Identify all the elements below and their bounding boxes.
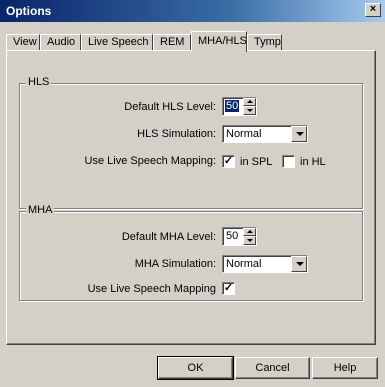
title-bar: Options × (0, 0, 385, 22)
mha-level-up-button[interactable] (243, 228, 256, 236)
mha-group: MHA Default MHA Level: 50 MHA Simulation… (19, 204, 363, 301)
dropdown-button[interactable] (291, 256, 307, 272)
arrow-up-icon (247, 230, 253, 233)
mha-level-label: Default MHA Level: (121, 231, 216, 243)
tab-mha-hls[interactable]: MHA/HLS (191, 31, 247, 52)
tab-view[interactable]: View (6, 34, 40, 51)
mha-simulation-value: Normal (226, 258, 262, 270)
hls-level-down-button[interactable] (243, 106, 256, 115)
hls-level-spinner[interactable]: 50 (222, 97, 257, 116)
help-button[interactable]: Help (312, 357, 378, 379)
mha-mapping-checkbox[interactable]: ✓ (222, 282, 235, 295)
hls-level-label: Default HLS Level: (124, 101, 216, 113)
hls-in-hl-checkbox[interactable] (282, 155, 295, 168)
hls-simulation-label: HLS Simulation: (137, 128, 216, 140)
mha-mapping-label: Use Live Speech Mapping (87, 283, 216, 295)
chevron-down-icon (296, 262, 304, 266)
mha-level-value[interactable]: 50 (225, 230, 239, 242)
hls-simulation-value: Normal (226, 128, 262, 140)
mha-group-legend: MHA (26, 204, 55, 216)
mha-level-spinner[interactable]: 50 (222, 227, 257, 246)
hls-mapping-label: Use Live Speech Mapping: (84, 155, 216, 167)
tab-rem[interactable]: REM (153, 34, 191, 51)
mha-simulation-dropdown[interactable]: Normal (222, 255, 308, 273)
hls-level-up-button[interactable] (243, 98, 256, 106)
hls-simulation-dropdown[interactable]: Normal (222, 125, 308, 143)
hls-group-legend: HLS (26, 76, 52, 88)
tab-live-speech[interactable]: Live Speech (81, 34, 153, 51)
tab-tymp[interactable]: Tymp (247, 34, 282, 51)
cancel-button[interactable]: Cancel (235, 357, 310, 379)
hls-in-hl-label[interactable]: in HL (300, 156, 326, 168)
chevron-down-icon (296, 132, 304, 136)
dropdown-button[interactable] (291, 126, 307, 142)
tab-page-mha-hls: HLS Default HLS Level: 50 HLS Simulation… (6, 50, 376, 345)
hls-group: HLS Default HLS Level: 50 HLS Simulation… (19, 76, 363, 209)
arrow-up-icon (247, 100, 253, 103)
close-icon[interactable]: × (365, 3, 381, 17)
hls-in-spl-label[interactable]: in SPL (240, 156, 272, 168)
tab-audio[interactable]: Audio (40, 34, 81, 51)
mha-simulation-label: MHA Simulation: (134, 258, 216, 270)
hls-in-spl-checkbox[interactable]: ✓ (222, 155, 235, 168)
arrow-down-icon (247, 109, 253, 112)
hls-level-value[interactable]: 50 (225, 100, 240, 112)
mha-level-down-button[interactable] (243, 236, 256, 245)
window-title: Options (6, 4, 52, 18)
ok-button[interactable]: OK (157, 356, 234, 380)
arrow-down-icon (247, 239, 253, 242)
